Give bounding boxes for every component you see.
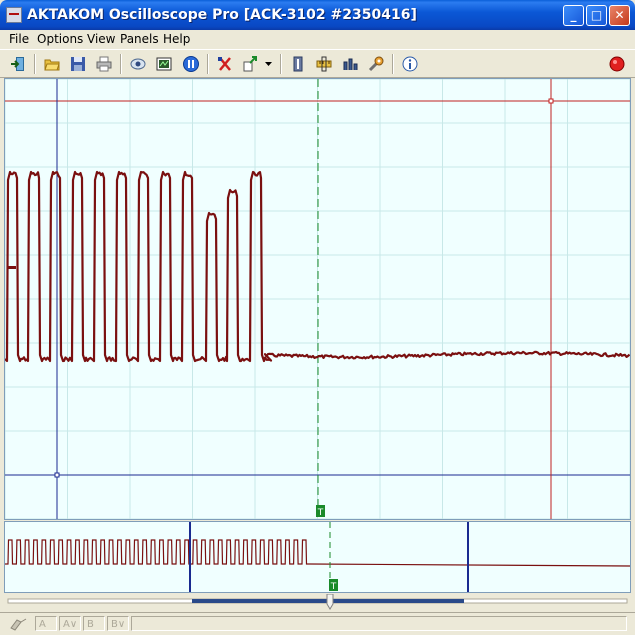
scope-canvas[interactable]: T: [5, 79, 630, 519]
menu-file[interactable]: File: [9, 32, 29, 46]
record-icon: [609, 56, 625, 72]
exit-button[interactable]: [7, 54, 29, 74]
save-icon: [71, 57, 85, 71]
menu-bar: File Options View Panels Help: [0, 30, 635, 49]
dropdown-arrow-icon: [265, 62, 272, 66]
scroller-thumb[interactable]: [326, 593, 334, 610]
menu-options[interactable]: Options: [37, 32, 83, 46]
measure-button[interactable]: [339, 54, 361, 74]
overview-display[interactable]: T: [4, 521, 631, 593]
print-icon: [96, 56, 112, 72]
trigger-marker[interactable]: T: [316, 505, 325, 518]
cursor-a-handle[interactable]: [548, 98, 554, 104]
status-cursor-a: A: [35, 616, 57, 631]
ruler-icon: [316, 56, 332, 72]
overview-trigger-label: T: [330, 582, 337, 592]
about-button[interactable]: [399, 54, 421, 74]
cursor-tool-icon[interactable]: [9, 616, 29, 631]
open-button[interactable]: [41, 54, 63, 74]
status-bar: A A∨ B B∨: [0, 612, 635, 635]
eye-icon: [130, 58, 146, 70]
export-button[interactable]: [240, 54, 262, 74]
status-cursor-b-v: B∨: [107, 616, 129, 631]
print-button[interactable]: [93, 54, 115, 74]
menu-view[interactable]: View: [87, 32, 115, 46]
scope-display[interactable]: T: [4, 78, 631, 520]
channel-info-icon: [293, 56, 303, 72]
pause-icon: [183, 56, 199, 72]
wrench-icon: [368, 56, 384, 72]
view-button[interactable]: [127, 54, 149, 74]
overview-canvas[interactable]: T: [5, 522, 630, 592]
overview-trigger-marker[interactable]: T: [329, 579, 338, 592]
menu-panels[interactable]: Panels: [120, 32, 159, 46]
cursor-button[interactable]: [214, 54, 236, 74]
ruler-button[interactable]: [313, 54, 335, 74]
open-folder-icon: [44, 59, 60, 71]
exit-icon: [11, 57, 24, 71]
minimize-button[interactable]: _: [563, 5, 584, 26]
snapshot-icon: [156, 57, 172, 71]
maximize-button[interactable]: □: [586, 5, 607, 26]
measure-icon: [343, 58, 358, 70]
channel-info-button[interactable]: [287, 54, 309, 74]
window-title: AKTAKOM Oscilloscope Pro [ACK-3102 #2350…: [27, 7, 417, 23]
overview-trace: [5, 539, 630, 567]
time-position-scroller[interactable]: [4, 593, 631, 610]
app-icon[interactable]: [6, 7, 22, 23]
channel-a-level-marker[interactable]: [8, 266, 16, 269]
export-icon: [243, 56, 257, 72]
save-button[interactable]: [67, 54, 89, 74]
cursor-cross-icon: [218, 57, 231, 71]
record-button[interactable]: [606, 54, 628, 74]
app-window: AKTAKOM Oscilloscope Pro [ACK-3102 #2350…: [0, 0, 635, 635]
toolbar: [0, 49, 635, 78]
pause-button[interactable]: [180, 54, 202, 74]
info-icon: [402, 56, 418, 72]
settings-button[interactable]: [365, 54, 387, 74]
export-dropdown[interactable]: [262, 54, 274, 74]
close-button[interactable]: ✕: [609, 5, 630, 26]
status-cursor-a-v: A∨: [59, 616, 81, 631]
title-bar[interactable]: AKTAKOM Oscilloscope Pro [ACK-3102 #2350…: [0, 0, 635, 30]
cursor-b-handle[interactable]: [54, 472, 60, 478]
status-message: [131, 616, 627, 631]
status-cursor-b: B: [83, 616, 105, 631]
trigger-marker-label: T: [317, 508, 324, 518]
snapshot-button[interactable]: [153, 54, 175, 74]
menu-help[interactable]: Help: [163, 32, 190, 46]
